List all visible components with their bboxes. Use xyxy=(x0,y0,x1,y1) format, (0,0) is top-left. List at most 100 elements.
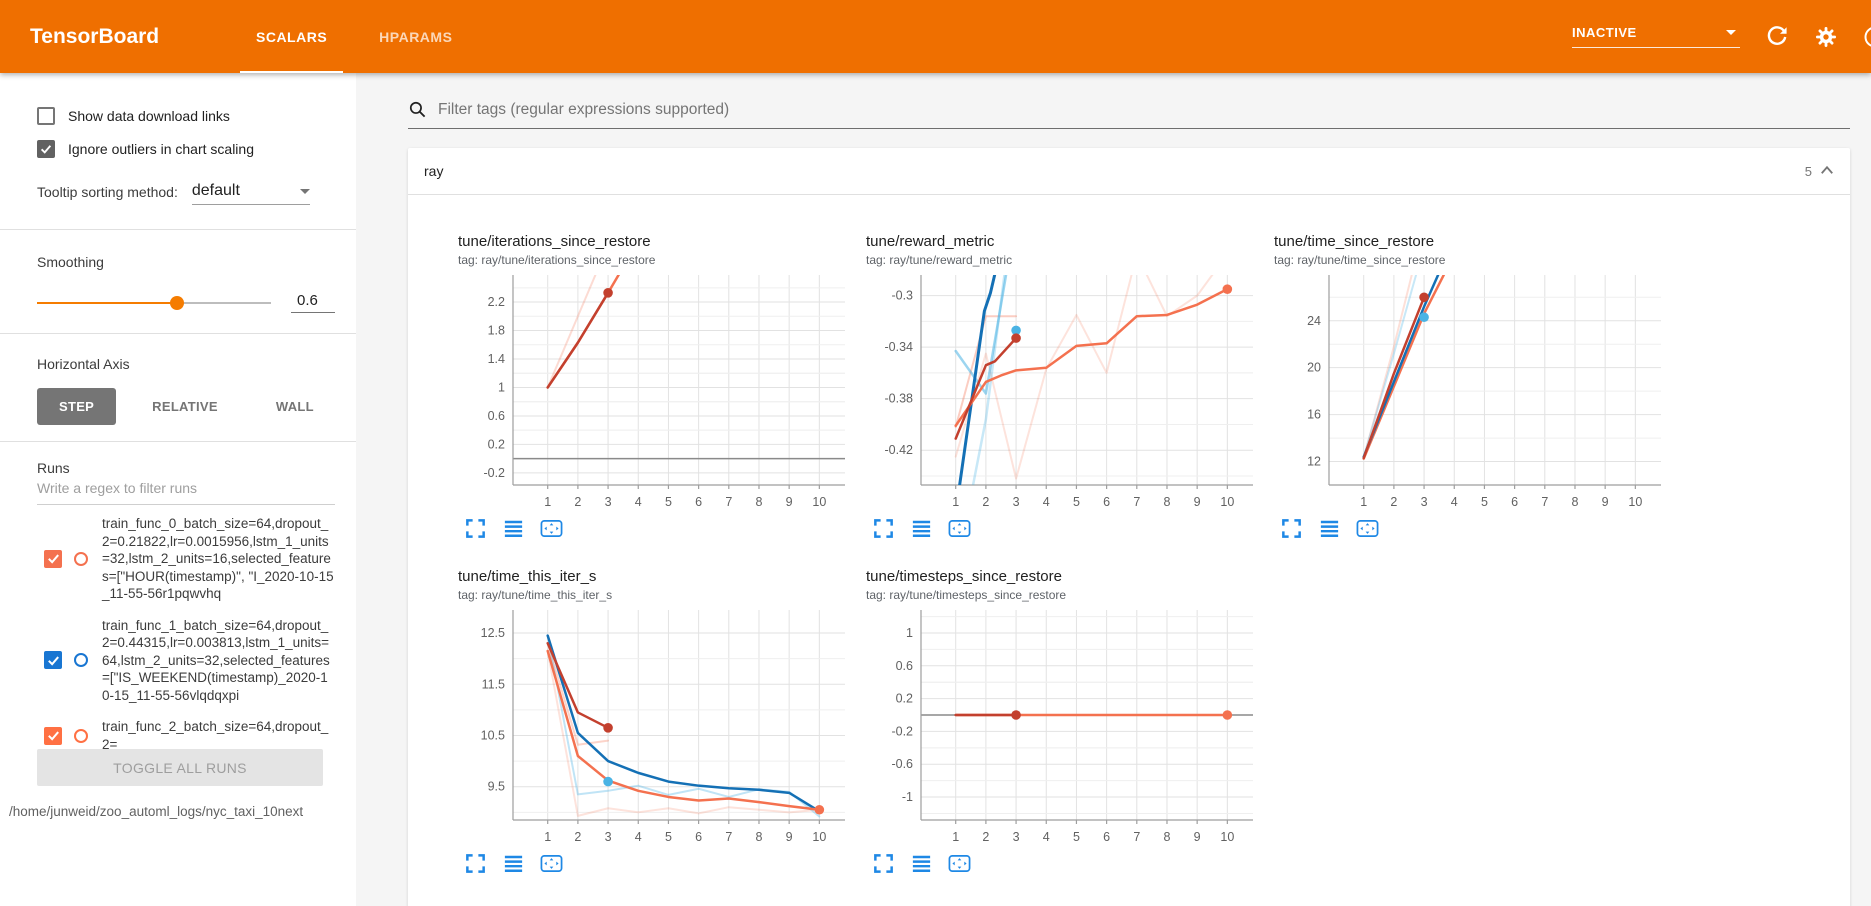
main-content: ray 5 tune/iterations_since_restore tag:… xyxy=(356,73,1871,906)
tag-group-header[interactable]: ray 5 xyxy=(408,148,1850,195)
svg-text:8: 8 xyxy=(1164,830,1171,844)
option-checkbox[interactable] xyxy=(37,107,55,125)
svg-text:9: 9 xyxy=(1194,495,1201,509)
svg-text:-0.42: -0.42 xyxy=(885,443,914,457)
runs-selector-icon[interactable] xyxy=(910,852,933,875)
svg-text:4: 4 xyxy=(1451,495,1458,509)
run-checkbox[interactable] xyxy=(44,651,62,669)
run-checkbox[interactable] xyxy=(44,550,62,568)
fullscreen-icon[interactable] xyxy=(1280,517,1303,540)
toggle-all-runs-button[interactable]: TOGGLE ALL RUNS xyxy=(37,749,323,786)
svg-text:4: 4 xyxy=(635,495,642,509)
svg-text:16: 16 xyxy=(1307,408,1321,422)
chevron-up-icon[interactable] xyxy=(1818,162,1836,180)
fullscreen-icon[interactable] xyxy=(464,517,487,540)
charts-grid: tune/iterations_since_restore tag: ray/t… xyxy=(408,195,1850,875)
run-row[interactable]: train_func_2_batch_size=64,dropout_2= xyxy=(37,718,335,753)
svg-text:10: 10 xyxy=(812,495,826,509)
chart-card: tune/iterations_since_restore tag: ray/t… xyxy=(458,233,858,540)
svg-text:20: 20 xyxy=(1307,361,1321,375)
svg-text:9: 9 xyxy=(1194,830,1201,844)
gear-icon[interactable] xyxy=(1814,25,1838,49)
svg-text:6: 6 xyxy=(1103,495,1110,509)
runs-selector-icon[interactable] xyxy=(502,852,525,875)
svg-text:5: 5 xyxy=(1073,495,1080,509)
refresh-icon[interactable] xyxy=(1765,25,1789,49)
chart-actions xyxy=(866,852,1266,875)
svg-text:0.6: 0.6 xyxy=(896,659,913,673)
tab-label: HPARAMS xyxy=(379,29,452,45)
option-ignore-outliers[interactable]: Ignore outliers in chart scaling xyxy=(37,140,335,158)
run-label: train_func_0_batch_size=64,dropout_2=0.2… xyxy=(102,515,335,603)
fullscreen-icon[interactable] xyxy=(872,517,895,540)
horizontal-axis-label: Horizontal Axis xyxy=(37,356,335,372)
chart-plot[interactable]: 12345678910-0.3-0.34-0.38-0.42 xyxy=(866,269,1266,517)
smoothing-slider[interactable] xyxy=(37,296,271,310)
svg-text:7: 7 xyxy=(725,495,732,509)
svg-text:1.4: 1.4 xyxy=(488,352,505,366)
svg-text:3: 3 xyxy=(1013,830,1020,844)
chart-plot[interactable]: 1234567891012.511.510.59.5 xyxy=(458,604,858,852)
svg-text:-0.6: -0.6 xyxy=(891,757,913,771)
fit-domain-icon[interactable] xyxy=(1356,517,1379,540)
svg-text:10: 10 xyxy=(1220,495,1234,509)
svg-text:-0.34: -0.34 xyxy=(885,340,914,354)
svg-text:-0.2: -0.2 xyxy=(483,466,505,480)
fit-domain-icon[interactable] xyxy=(540,852,563,875)
fit-domain-icon[interactable] xyxy=(948,852,971,875)
tag-filter-input[interactable] xyxy=(438,101,1850,119)
status-dropdown[interactable]: INACTIVE xyxy=(1572,25,1740,48)
header-tab[interactable]: SCALARS xyxy=(230,0,353,73)
tooltip-sorting-label: Tooltip sorting method: xyxy=(37,184,178,205)
fit-domain-icon[interactable] xyxy=(948,517,971,540)
svg-text:6: 6 xyxy=(1103,830,1110,844)
tooltip-sorting-select[interactable]: default xyxy=(192,182,310,205)
run-row[interactable]: train_func_1_batch_size=64,dropout_2=0.4… xyxy=(37,617,335,705)
svg-text:1: 1 xyxy=(906,626,913,640)
fit-domain-icon[interactable] xyxy=(540,517,563,540)
runs-selector-icon[interactable] xyxy=(502,517,525,540)
svg-text:-0.38: -0.38 xyxy=(885,392,914,406)
svg-text:5: 5 xyxy=(1481,495,1488,509)
run-checkbox[interactable] xyxy=(44,727,62,745)
svg-text:9: 9 xyxy=(786,830,793,844)
svg-text:6: 6 xyxy=(1511,495,1518,509)
axis-option-relative[interactable]: RELATIVE xyxy=(130,388,240,425)
svg-text:5: 5 xyxy=(665,830,672,844)
runs-filter-input[interactable] xyxy=(37,476,335,505)
header-tab[interactable]: HPARAMS xyxy=(353,0,478,73)
run-row[interactable]: train_func_0_batch_size=64,dropout_2=0.2… xyxy=(37,515,335,603)
fullscreen-icon[interactable] xyxy=(464,852,487,875)
fullscreen-icon[interactable] xyxy=(872,852,895,875)
option-checkbox[interactable] xyxy=(37,140,55,158)
tab-bar: SCALARS HPARAMS xyxy=(230,0,478,73)
run-isolate-radio[interactable] xyxy=(74,653,88,667)
smoothing-value-field[interactable]: 0.6 xyxy=(291,292,335,313)
chart-plot[interactable]: 1234567891010.60.2-0.2-0.6-1 xyxy=(866,604,1266,852)
svg-text:9.5: 9.5 xyxy=(488,780,505,794)
svg-text:2: 2 xyxy=(574,830,581,844)
svg-text:6: 6 xyxy=(695,830,702,844)
svg-text:-0.3: -0.3 xyxy=(891,289,913,303)
help-icon[interactable]: ? xyxy=(1863,25,1871,49)
svg-text:1: 1 xyxy=(544,495,551,509)
axis-option-step[interactable]: STEP xyxy=(37,388,116,425)
chart-plot[interactable]: 1234567891024201612 xyxy=(1274,269,1674,517)
svg-text:5: 5 xyxy=(665,495,672,509)
chart-actions xyxy=(1274,517,1674,540)
axis-option-wall[interactable]: WALL xyxy=(254,388,336,425)
runs-selector-icon[interactable] xyxy=(1318,517,1341,540)
svg-text:9: 9 xyxy=(1602,495,1609,509)
tag-group-count: 5 xyxy=(1805,164,1812,179)
run-isolate-radio[interactable] xyxy=(74,729,88,743)
svg-text:1: 1 xyxy=(498,380,505,394)
svg-text:-1: -1 xyxy=(902,790,913,804)
option-show-download-links[interactable]: Show data download links xyxy=(37,107,335,125)
chart-title: tune/reward_metric xyxy=(866,233,1266,250)
chart-plot[interactable]: 123456789102.21.81.410.60.2-0.2 xyxy=(458,269,858,517)
run-isolate-radio[interactable] xyxy=(74,552,88,566)
tab-label: SCALARS xyxy=(256,29,327,45)
runs-selector-icon[interactable] xyxy=(910,517,933,540)
slider-thumb[interactable] xyxy=(170,296,184,310)
svg-text:12.5: 12.5 xyxy=(481,626,505,640)
